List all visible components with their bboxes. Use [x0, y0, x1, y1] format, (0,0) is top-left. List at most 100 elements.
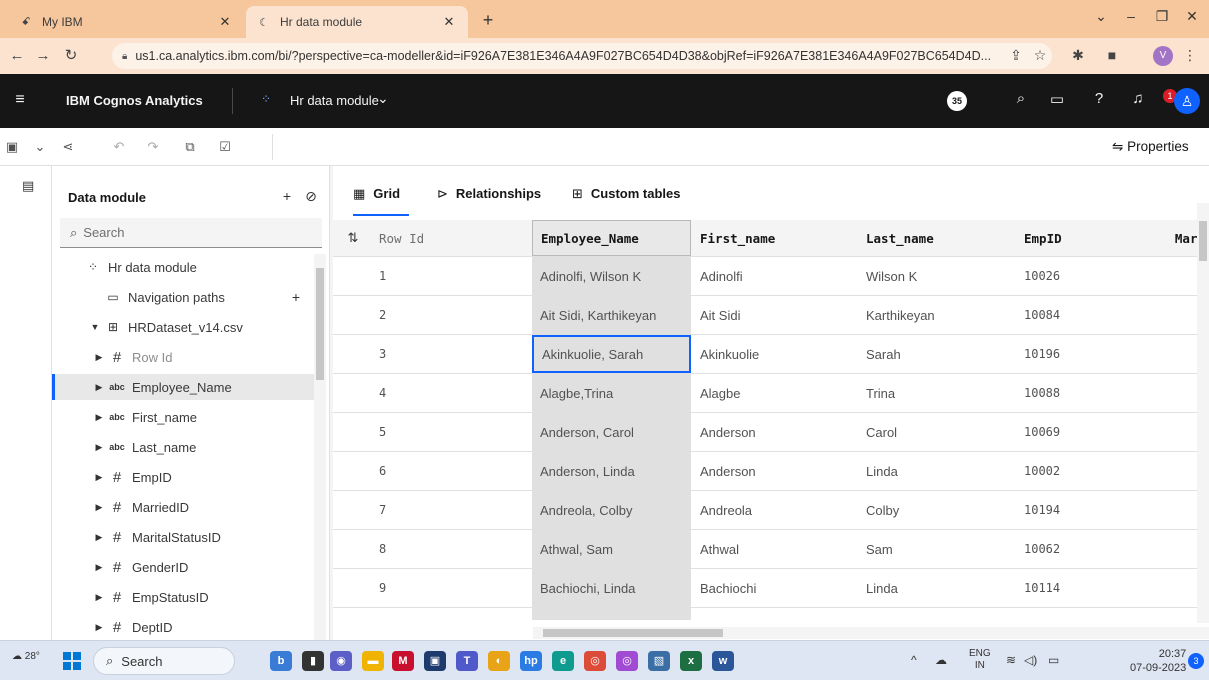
help-icon[interactable]: ?	[1088, 90, 1110, 107]
app-excel-icon[interactable]: x	[680, 651, 702, 671]
caret-right-icon[interactable]: ▶	[92, 472, 106, 483]
more-icon[interactable]: ⋮	[1180, 47, 1200, 64]
tree-node[interactable]: ▶ # DeptID	[52, 614, 314, 640]
module-name[interactable]: Hr data module	[290, 93, 379, 108]
onedrive-icon[interactable]: ☁	[935, 653, 947, 667]
last-name-cell[interactable]: Carol	[857, 413, 1015, 451]
profile-avatar[interactable]: V	[1153, 46, 1173, 66]
app-teams-icon[interactable]: T	[456, 651, 478, 671]
tray-overflow-icon[interactable]: ^	[911, 653, 917, 667]
caret-right-icon[interactable]: ▶	[92, 412, 106, 423]
employee-name-cell[interactable]: Andreola, Colby	[532, 491, 691, 529]
table-row[interactable]: 6Anderson, LindaAndersonLinda100020	[333, 452, 1209, 491]
first-name-cell[interactable]: Akinkuolie	[691, 335, 857, 373]
emp-id-cell[interactable]: 10062	[1015, 530, 1175, 568]
tree-node[interactable]: ▶ # MarriedID	[52, 494, 314, 520]
app-mcafee-icon[interactable]: M	[392, 651, 414, 671]
add-icon[interactable]: +	[292, 289, 300, 305]
start-button[interactable]	[63, 652, 81, 670]
minimize-icon[interactable]: –	[1119, 8, 1143, 24]
add-icon[interactable]: +	[278, 188, 296, 204]
search-input[interactable]: ⌕ Search	[60, 218, 322, 248]
first-name-cell[interactable]: Bachiochi	[691, 569, 857, 607]
weather-widget[interactable]: ☁ 28°	[12, 651, 40, 662]
first-name-cell[interactable]: Ait Sidi	[691, 296, 857, 334]
emp-id-cell[interactable]: 10088	[1015, 374, 1175, 412]
browser-tab-hr-data-module[interactable]: ☾ Hr data module ✕	[246, 6, 468, 38]
first-name-cell[interactable]: Andreola	[691, 491, 857, 529]
battery-icon[interactable]: ▭	[1048, 653, 1059, 667]
search-icon[interactable]: ⌕	[1010, 90, 1032, 107]
column-header[interactable]: Last_name	[857, 220, 1015, 256]
app-chrome-profile-icon[interactable]: ◎	[616, 651, 638, 671]
row-id-cell[interactable]: 1	[373, 257, 532, 295]
table-row[interactable]: 2 Ait Sidi, Karthikeyan Ait Sidi Karthikeya…	[333, 296, 1209, 335]
caret-down-icon[interactable]: ▼	[88, 322, 102, 332]
tab-search-icon[interactable]: ⌄	[1089, 8, 1113, 25]
scrollbar-thumb[interactable]	[1199, 221, 1207, 261]
app-store-icon[interactable]: ▣	[424, 651, 446, 671]
table-row[interactable]: 9Bachiochi, LindaBachiochiLinda101140	[333, 569, 1209, 608]
employee-name-cell[interactable]: Alagbe,Trina	[532, 374, 691, 412]
count-badge[interactable]: 35	[947, 91, 967, 111]
close-icon[interactable]: ✕	[216, 14, 234, 30]
employee-name-cell[interactable]: Akinkuolie, Sarah	[532, 335, 691, 373]
row-id-cell[interactable]: 10	[373, 608, 532, 620]
tree-node[interactable]: ▶ abc First_name	[52, 404, 314, 430]
taskbar-search[interactable]: ⌕ Search	[93, 647, 235, 675]
app-photos-icon[interactable]: ▧	[648, 651, 670, 671]
app-bing-icon[interactable]: b	[270, 651, 292, 671]
address-bar[interactable]: 🔒︎ us1.ca.analytics.ibm.com/bi/?perspect…	[112, 43, 1052, 69]
employee-name-cell[interactable]: Adinolfi, Wilson K	[532, 257, 691, 295]
tree-node[interactable]: ▶ # Row Id	[52, 344, 314, 370]
clock[interactable]: 20:37 07-09-2023	[1130, 647, 1186, 675]
table-row[interactable]: 4Alagbe,TrinaAlagbeTrina100881	[333, 374, 1209, 413]
back-icon[interactable]: ←	[6, 46, 28, 66]
first-name-cell[interactable]: Anderson	[691, 452, 857, 490]
emp-id-cell[interactable]: 10084	[1015, 296, 1175, 334]
table-row[interactable]: 7Andreola, ColbyAndreolaColby101940	[333, 491, 1209, 530]
new-tab-button[interactable]: +	[476, 10, 500, 31]
grid-horizontal-scrollbar[interactable]	[533, 627, 1209, 639]
caret-right-icon[interactable]: ▶	[92, 442, 106, 453]
column-header[interactable]: Row Id	[373, 220, 532, 256]
tree-node[interactable]: ▶ # GenderID	[52, 554, 314, 580]
table-row[interactable]: 8Athwal, SamAthwalSam100620	[333, 530, 1209, 569]
app-word-icon[interactable]: w	[712, 651, 734, 671]
table-row[interactable]: 3Akinkuolie, SarahAkinkuolieSarah101961	[333, 335, 1209, 374]
tree-node[interactable]: ▶ abc Employee_Name	[52, 374, 314, 400]
tab-grid[interactable]: ▦ Grid	[353, 186, 409, 216]
emp-id-cell[interactable]: 10194	[1015, 491, 1175, 529]
row-id-cell[interactable]: 3	[373, 335, 532, 373]
last-name-cell[interactable]: Alejandro	[857, 608, 1015, 621]
tree-node[interactable]: ▶ abc Last_name	[52, 434, 314, 460]
relink-icon[interactable]: ⊘	[302, 188, 320, 205]
first-name-cell[interactable]: Anderson	[691, 413, 857, 451]
table-row[interactable]: 10Bacong, AlejandroBacongAlejandro102500	[333, 608, 1209, 620]
table-row[interactable]: 1 Adinolfi, Wilson K Adinolfi Wilson K 10026…	[333, 257, 1209, 296]
redo-icon[interactable]: ↷	[143, 139, 163, 155]
window-close-icon[interactable]: ✕	[1180, 8, 1204, 25]
tab-custom-tables[interactable]: ⊞ Custom tables	[572, 186, 680, 216]
first-name-cell[interactable]: Athwal	[691, 530, 857, 568]
employee-name-cell[interactable]: Anderson, Carol	[532, 413, 691, 451]
last-name-cell[interactable]: Colby	[857, 491, 1015, 529]
chevron-down-icon[interactable]: ⌄	[30, 139, 50, 155]
wifi-icon[interactable]: ≋	[1006, 653, 1016, 667]
open-external-icon[interactable]: ⧉	[180, 139, 200, 155]
restore-icon[interactable]: ❐	[1150, 8, 1174, 25]
emp-id-cell[interactable]: 10069	[1015, 413, 1175, 451]
hamburger-menu-icon[interactable]: ≡	[10, 91, 30, 109]
last-name-cell[interactable]: Sarah	[857, 335, 1015, 373]
bookmark-star-icon[interactable]: ☆	[1030, 47, 1050, 64]
employee-name-cell[interactable]: Anderson, Linda	[532, 452, 691, 490]
properties-button[interactable]: ⇋ Properties	[1112, 139, 1189, 155]
last-name-cell[interactable]: Wilson K	[857, 257, 1015, 295]
app-chrome-yellow-icon[interactable]: ◐	[488, 651, 510, 671]
first-name-cell[interactable]: Adinolfi	[691, 257, 857, 295]
caret-right-icon[interactable]: ▶	[92, 562, 106, 573]
volume-icon[interactable]: ◁)	[1024, 653, 1037, 667]
notification-center-badge[interactable]: 3	[1188, 653, 1204, 669]
last-name-cell[interactable]: Sam	[857, 530, 1015, 568]
chat-icon[interactable]: ▭	[1046, 90, 1068, 108]
